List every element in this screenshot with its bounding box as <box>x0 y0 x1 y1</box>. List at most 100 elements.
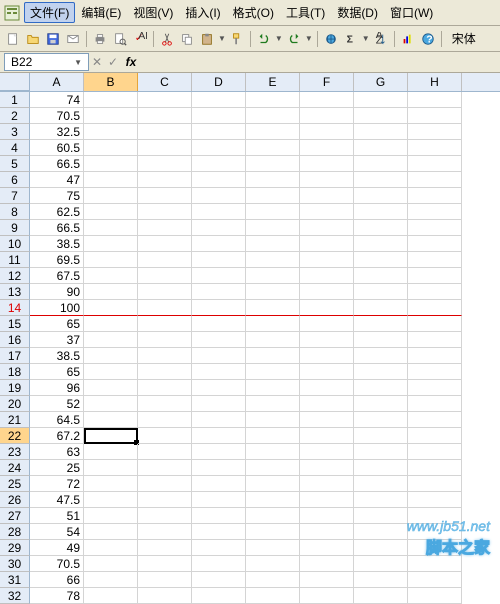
cell-G31[interactable] <box>354 572 408 588</box>
print-button[interactable] <box>91 30 109 48</box>
row-header-21[interactable]: 21 <box>0 412 30 428</box>
cell-G5[interactable] <box>354 156 408 172</box>
menu-file[interactable]: 文件(F) <box>24 2 75 23</box>
cell-E25[interactable] <box>246 476 300 492</box>
cell-H24[interactable] <box>408 460 462 476</box>
cell-D20[interactable] <box>192 396 246 412</box>
cell-A23[interactable]: 63 <box>30 444 84 460</box>
undo-dropdown[interactable]: ▼ <box>275 34 283 43</box>
cell-H31[interactable] <box>408 572 462 588</box>
cell-G2[interactable] <box>354 108 408 124</box>
cell-C29[interactable] <box>138 540 192 556</box>
cell-C21[interactable] <box>138 412 192 428</box>
cell-H14[interactable] <box>408 300 462 316</box>
cell-D31[interactable] <box>192 572 246 588</box>
row-header-16[interactable]: 16 <box>0 332 30 348</box>
cell-C3[interactable] <box>138 124 192 140</box>
cell-H23[interactable] <box>408 444 462 460</box>
cell-G12[interactable] <box>354 268 408 284</box>
cell-C7[interactable] <box>138 188 192 204</box>
cell-B2[interactable] <box>84 108 138 124</box>
cell-D27[interactable] <box>192 508 246 524</box>
cell-A10[interactable]: 38.5 <box>30 236 84 252</box>
cell-H7[interactable] <box>408 188 462 204</box>
cell-E24[interactable] <box>246 460 300 476</box>
cell-E30[interactable] <box>246 556 300 572</box>
cell-B14[interactable] <box>84 300 138 316</box>
cell-B4[interactable] <box>84 140 138 156</box>
cell-E22[interactable] <box>246 428 300 444</box>
cell-F1[interactable] <box>300 92 354 108</box>
cell-H20[interactable] <box>408 396 462 412</box>
cell-C31[interactable] <box>138 572 192 588</box>
row-header-9[interactable]: 9 <box>0 220 30 236</box>
cell-D13[interactable] <box>192 284 246 300</box>
cell-C6[interactable] <box>138 172 192 188</box>
format-painter-button[interactable] <box>228 30 246 48</box>
cell-D7[interactable] <box>192 188 246 204</box>
cell-H10[interactable] <box>408 236 462 252</box>
row-header-32[interactable]: 32 <box>0 588 30 604</box>
cell-H4[interactable] <box>408 140 462 156</box>
cell-G21[interactable] <box>354 412 408 428</box>
autosum-button[interactable]: Σ <box>342 30 360 48</box>
cell-F26[interactable] <box>300 492 354 508</box>
cell-E31[interactable] <box>246 572 300 588</box>
row-header-31[interactable]: 31 <box>0 572 30 588</box>
row-header-7[interactable]: 7 <box>0 188 30 204</box>
cell-B5[interactable] <box>84 156 138 172</box>
cell-H26[interactable] <box>408 492 462 508</box>
cell-A30[interactable]: 70.5 <box>30 556 84 572</box>
menu-format[interactable]: 格式(O) <box>227 2 280 23</box>
cell-B13[interactable] <box>84 284 138 300</box>
cell-F16[interactable] <box>300 332 354 348</box>
menu-view[interactable]: 视图(V) <box>127 2 179 23</box>
chart-button[interactable] <box>399 30 417 48</box>
cell-C8[interactable] <box>138 204 192 220</box>
cell-E26[interactable] <box>246 492 300 508</box>
cell-A11[interactable]: 69.5 <box>30 252 84 268</box>
cell-G3[interactable] <box>354 124 408 140</box>
cell-H27[interactable] <box>408 508 462 524</box>
column-header-B[interactable]: B <box>84 73 138 91</box>
row-header-22[interactable]: 22 <box>0 428 30 444</box>
cell-E3[interactable] <box>246 124 300 140</box>
cell-B1[interactable] <box>84 92 138 108</box>
cell-F21[interactable] <box>300 412 354 428</box>
cell-D24[interactable] <box>192 460 246 476</box>
row-header-1[interactable]: 1 <box>0 92 30 108</box>
cell-B23[interactable] <box>84 444 138 460</box>
cell-H30[interactable] <box>408 556 462 572</box>
cell-A9[interactable]: 66.5 <box>30 220 84 236</box>
cell-F20[interactable] <box>300 396 354 412</box>
cell-F2[interactable] <box>300 108 354 124</box>
cell-E7[interactable] <box>246 188 300 204</box>
cell-C22[interactable] <box>138 428 192 444</box>
cell-G19[interactable] <box>354 380 408 396</box>
row-header-12[interactable]: 12 <box>0 268 30 284</box>
cell-E1[interactable] <box>246 92 300 108</box>
cell-D28[interactable] <box>192 524 246 540</box>
cell-F24[interactable] <box>300 460 354 476</box>
row-header-18[interactable]: 18 <box>0 364 30 380</box>
cell-G30[interactable] <box>354 556 408 572</box>
cell-H16[interactable] <box>408 332 462 348</box>
column-header-G[interactable]: G <box>354 73 408 91</box>
cell-E19[interactable] <box>246 380 300 396</box>
cell-D29[interactable] <box>192 540 246 556</box>
cell-G27[interactable] <box>354 508 408 524</box>
cell-B27[interactable] <box>84 508 138 524</box>
cell-E29[interactable] <box>246 540 300 556</box>
cell-B6[interactable] <box>84 172 138 188</box>
row-header-10[interactable]: 10 <box>0 236 30 252</box>
row-header-14[interactable]: 14 <box>0 300 30 316</box>
cell-F30[interactable] <box>300 556 354 572</box>
cell-B26[interactable] <box>84 492 138 508</box>
cell-F25[interactable] <box>300 476 354 492</box>
cell-A26[interactable]: 47.5 <box>30 492 84 508</box>
cell-A12[interactable]: 67.5 <box>30 268 84 284</box>
cell-E23[interactable] <box>246 444 300 460</box>
cell-C2[interactable] <box>138 108 192 124</box>
cell-H15[interactable] <box>408 316 462 332</box>
cell-H29[interactable] <box>408 540 462 556</box>
